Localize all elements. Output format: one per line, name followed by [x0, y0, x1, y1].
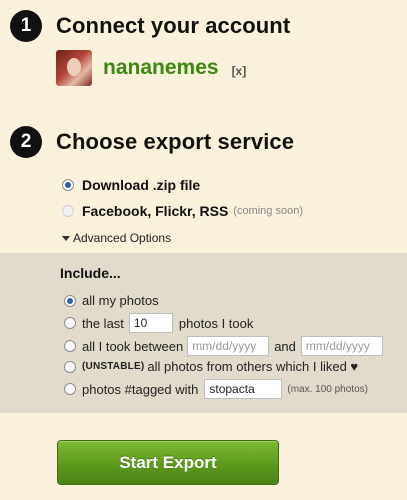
include-option-all[interactable]: all my photos — [64, 293, 159, 308]
include-option-liked[interactable]: (UNSTABLE) all photos from others which … — [64, 359, 358, 374]
include-last-suffix: photos I took — [178, 315, 254, 331]
include-last-prefix: the last — [82, 315, 124, 331]
connected-account: nananemes [x] — [56, 50, 246, 86]
max-photos-note: (max. 100 photos) — [287, 383, 368, 395]
avatar — [56, 50, 92, 86]
tag-input[interactable] — [204, 379, 283, 399]
include-tagged-prefix: photos #tagged with — [82, 381, 199, 397]
include-all-radio[interactable] — [64, 294, 76, 307]
include-liked-label[interactable]: all photos from others which I liked ♥ — [147, 359, 358, 374]
step-2-title: Choose export service — [56, 129, 295, 154]
start-date-input[interactable] — [187, 336, 270, 356]
advanced-options-label[interactable]: Advanced Options — [73, 231, 171, 245]
disconnect-account-link[interactable]: [x] — [232, 64, 247, 78]
include-between-and: and — [274, 338, 296, 354]
include-option-between[interactable]: all I took between and — [64, 336, 383, 356]
caret-down-icon — [62, 235, 70, 241]
service-option-social: Facebook, Flickr, RSS (coming soon) — [62, 198, 303, 224]
include-tagged-radio[interactable] — [64, 383, 76, 395]
account-username: nananemes — [103, 56, 219, 79]
advanced-options-toggle[interactable]: Advanced Options — [62, 231, 171, 245]
advanced-options-panel: Include... all my photos the last photos… — [0, 253, 407, 413]
start-export-button[interactable]: Start Export — [57, 440, 279, 485]
include-heading: Include... — [60, 265, 121, 281]
step-connect-account: 1 Connect your account — [10, 10, 290, 42]
service-zip-radio[interactable] — [62, 179, 74, 191]
service-zip-label[interactable]: Download .zip file — [82, 177, 200, 193]
step-1-number-badge: 1 — [10, 10, 42, 42]
service-option-zip[interactable]: Download .zip file — [62, 172, 303, 198]
include-option-last[interactable]: the last photos I took — [64, 313, 253, 333]
end-date-input[interactable] — [300, 336, 383, 356]
step-choose-service: 2 Choose export service — [10, 126, 294, 158]
include-between-radio[interactable] — [64, 340, 76, 352]
include-between-prefix: all I took between — [82, 338, 184, 354]
step-1-title: Connect your account — [56, 13, 291, 38]
service-social-label: Facebook, Flickr, RSS — [82, 203, 229, 219]
include-option-tagged[interactable]: photos #tagged with (max. 100 photos) — [64, 379, 368, 399]
include-liked-radio[interactable] — [64, 360, 76, 373]
export-service-options: Download .zip file Facebook, Flickr, RSS… — [62, 172, 303, 224]
coming-soon-note: (coming soon) — [233, 205, 303, 217]
service-social-radio — [62, 205, 74, 217]
step-2-number-badge: 2 — [10, 126, 42, 158]
include-all-label[interactable]: all my photos — [82, 293, 159, 308]
include-last-radio[interactable] — [64, 317, 76, 329]
unstable-tag: (UNSTABLE) — [82, 361, 145, 372]
last-count-input[interactable] — [128, 313, 173, 333]
